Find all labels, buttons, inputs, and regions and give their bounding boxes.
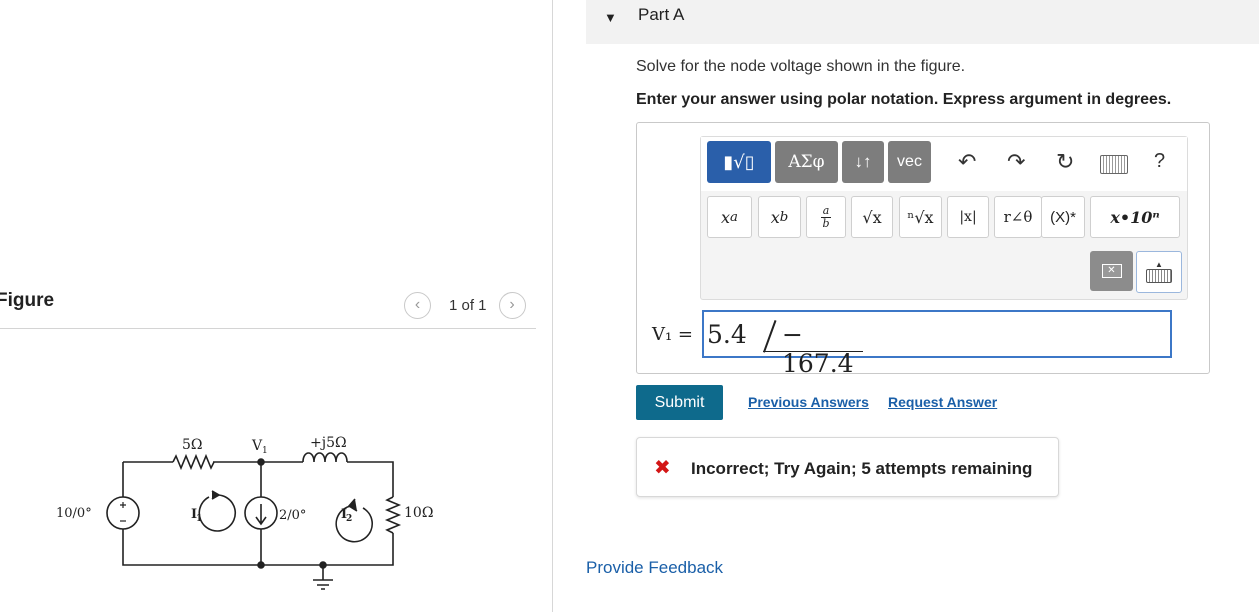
- circuit-diagram: 10/0° 5Ω V 1 +j5Ω I 1 2/0° I 2 10Ω: [56, 435, 433, 590]
- instruction-text: Enter your answer using polar notation. …: [636, 91, 1172, 108]
- source-i-label: 2/0°: [279, 508, 306, 523]
- figure-divider: [0, 328, 536, 329]
- request-answer-link[interactable]: Request Answer: [888, 394, 997, 410]
- feedback-message: ✖ Incorrect; Try Again; 5 attempts remai…: [636, 437, 1059, 497]
- superscript-template-button[interactable]: xa: [707, 196, 752, 238]
- backspace-button[interactable]: ✕: [1090, 251, 1133, 291]
- greek-symbols-button[interactable]: ΑΣφ: [775, 141, 838, 183]
- vector-button[interactable]: vec: [888, 141, 931, 183]
- r1-label: 5Ω: [182, 437, 203, 453]
- part-title: Part A: [638, 5, 685, 24]
- help-icon[interactable]: ?: [1154, 150, 1165, 173]
- keyboard-toggle-button[interactable]: ▲: [1136, 251, 1182, 293]
- conjugate-template-button[interactable]: (X)*: [1041, 196, 1085, 238]
- feedback-text: Incorrect; Try Again; 5 attempts remaini…: [691, 459, 1033, 478]
- panel-divider: [552, 0, 553, 612]
- scientific-notation-button[interactable]: x•10ⁿ: [1090, 196, 1180, 238]
- arrows-button[interactable]: ↓↑: [842, 141, 884, 183]
- figure-panel: Figure ‹ 1 of 1 › 10/0° 5Ω V 1 +j5Ω I 1 …: [0, 0, 552, 612]
- voltage-source: [106, 496, 140, 530]
- keyboard-icon: [1146, 269, 1172, 283]
- answer-magnitude: 5.4: [707, 320, 747, 349]
- answer-angle: − 167.4: [763, 318, 877, 378]
- mesh1-sub: 1: [196, 514, 202, 524]
- math-templates-button[interactable]: ▮√▯: [707, 141, 771, 183]
- previous-answers-link[interactable]: Previous Answers: [748, 394, 869, 410]
- nth-root-template-button[interactable]: ⁿ√x: [899, 196, 942, 238]
- chevron-right-icon: ›: [509, 296, 515, 313]
- provide-feedback-link[interactable]: Provide Feedback: [586, 558, 723, 578]
- redo-icon[interactable]: ↷: [1007, 149, 1025, 175]
- keyboard-shortcuts-icon[interactable]: [1100, 155, 1128, 174]
- source-v-label: 10/0°: [56, 506, 92, 521]
- question-text: Solve for the node voltage shown in the …: [636, 58, 966, 75]
- error-icon: ✖: [654, 457, 671, 479]
- part-header[interactable]: [586, 0, 1259, 44]
- prev-figure-button[interactable]: ‹: [404, 291, 431, 319]
- resistor-10-ohm: [384, 496, 402, 534]
- r2-label: 10Ω: [404, 505, 433, 521]
- node-v-sub: 1: [262, 446, 268, 456]
- l1-label: +j5Ω: [310, 435, 347, 451]
- mesh2-sub: 2: [346, 514, 352, 524]
- sqrt-template-button[interactable]: √x: [851, 196, 893, 238]
- inductor: [302, 452, 348, 463]
- backspace-icon: ✕: [1101, 264, 1122, 278]
- answer-input[interactable]: 5.4 − 167.4: [702, 310, 1172, 378]
- next-figure-button[interactable]: ›: [498, 291, 526, 319]
- answer-variable-label: V₁ =: [652, 324, 694, 345]
- undo-icon[interactable]: ↶: [958, 149, 976, 175]
- pager-count: 1 of 1: [449, 296, 487, 314]
- answer-angle-value: − 167.4: [782, 320, 854, 378]
- chevron-left-icon: ‹: [414, 296, 421, 313]
- resistor-5-ohm: [172, 453, 215, 471]
- submit-button[interactable]: Submit: [636, 385, 723, 420]
- caret-up-icon: ▲: [1155, 260, 1163, 269]
- figure-pager: ‹ 1 of 1 ›: [404, 291, 526, 319]
- fraction-template-button[interactable]: a b: [806, 196, 846, 238]
- absolute-value-button[interactable]: |x|: [947, 196, 989, 238]
- collapse-caret-icon[interactable]: ▼: [604, 10, 617, 25]
- figure-title: Figure: [0, 290, 55, 311]
- reset-icon[interactable]: ↻: [1056, 149, 1074, 175]
- polar-template-button[interactable]: r∠θ: [994, 196, 1042, 238]
- subscript-template-button[interactable]: xb: [758, 196, 801, 238]
